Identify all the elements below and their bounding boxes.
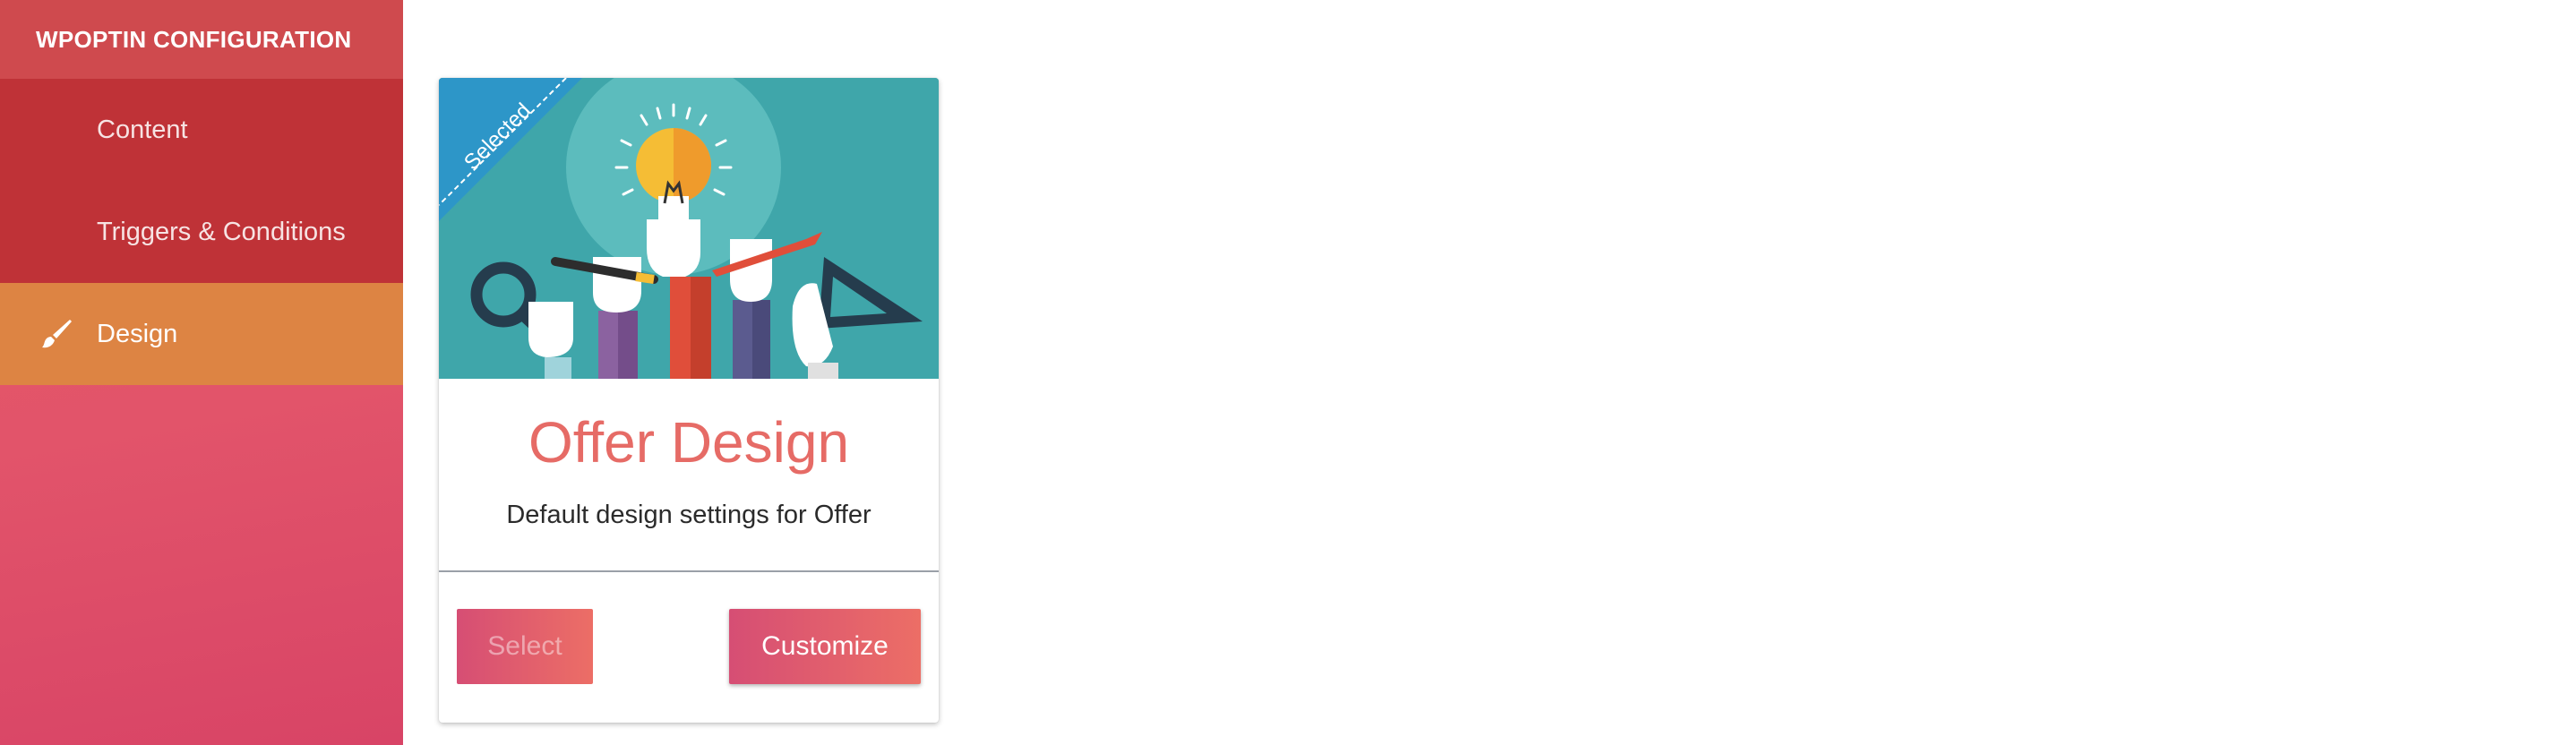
sidebar: WPOPTIN CONFIGURATION Content Triggers &…: [0, 0, 403, 745]
sidebar-header: WPOPTIN CONFIGURATION: [0, 0, 403, 79]
card-divider: [439, 570, 939, 572]
sidebar-item-triggers-conditions[interactable]: Triggers & Conditions: [0, 181, 403, 283]
app-root: WPOPTIN CONFIGURATION Content Triggers &…: [0, 0, 2576, 745]
sidebar-item-content[interactable]: Content: [0, 79, 403, 181]
design-preview-image: Selected: [439, 78, 939, 379]
sidebar-item-label: Triggers & Conditions: [97, 217, 346, 246]
sidebar-item-label: Design: [97, 319, 178, 348]
select-button[interactable]: Select: [457, 609, 593, 684]
paintbrush-icon: [38, 315, 75, 353]
card-title: Offer Design: [528, 410, 850, 475]
design-card: Selected Offer Design Default design set…: [439, 78, 939, 723]
customize-button[interactable]: Customize: [729, 609, 921, 684]
sidebar-item-label: Content: [97, 115, 188, 144]
sidebar-item-design[interactable]: Design: [0, 283, 403, 385]
card-subtitle: Default design settings for Offer: [506, 501, 872, 529]
